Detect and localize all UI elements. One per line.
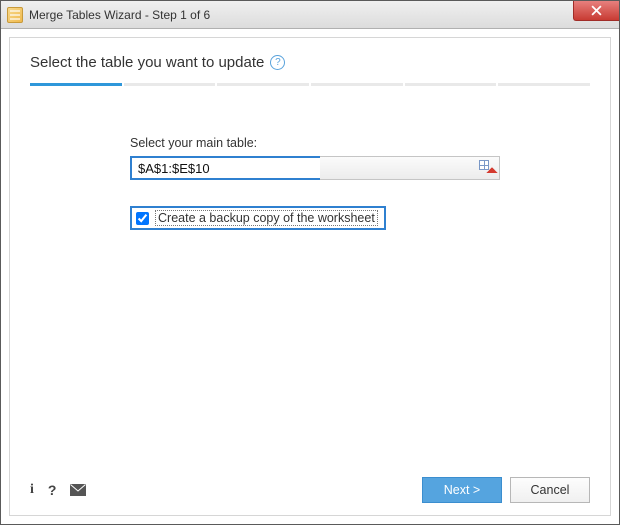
range-picker-area bbox=[320, 156, 500, 180]
mail-icon[interactable] bbox=[70, 484, 86, 496]
backup-label: Create a backup copy of the worksheet bbox=[155, 210, 378, 226]
range-input[interactable] bbox=[130, 156, 320, 180]
heading-text: Select the table you want to update bbox=[30, 54, 264, 71]
progress-step-2 bbox=[124, 83, 216, 86]
backup-checkbox[interactable] bbox=[136, 212, 149, 225]
spacer bbox=[30, 230, 590, 469]
question-icon[interactable]: ? bbox=[48, 482, 57, 498]
range-row bbox=[130, 156, 500, 180]
progress-step-1 bbox=[30, 83, 122, 86]
info-icon[interactable]: i bbox=[30, 482, 34, 498]
titlebar: Merge Tables Wizard - Step 1 of 6 bbox=[1, 1, 619, 29]
page-heading: Select the table you want to update ? bbox=[30, 54, 590, 71]
help-icon[interactable]: ? bbox=[270, 55, 285, 70]
backup-checkbox-row[interactable]: Create a backup copy of the worksheet bbox=[130, 206, 386, 230]
form-area: Select your main table: Create a backup … bbox=[130, 136, 500, 230]
footer-buttons: Next > Cancel bbox=[422, 477, 590, 503]
footer: i ? Next > Cancel bbox=[30, 469, 590, 503]
footer-icons: i ? bbox=[30, 482, 86, 498]
progress-step-5 bbox=[405, 83, 497, 86]
range-label: Select your main table: bbox=[130, 136, 500, 150]
progress-step-4 bbox=[311, 83, 403, 86]
next-button[interactable]: Next > bbox=[422, 477, 502, 503]
progress-step-3 bbox=[217, 83, 309, 86]
window-title: Merge Tables Wizard - Step 1 of 6 bbox=[29, 8, 210, 22]
content-inner: Select the table you want to update ? Se… bbox=[9, 37, 611, 516]
close-icon bbox=[591, 5, 602, 16]
wizard-window: Merge Tables Wizard - Step 1 of 6 Select… bbox=[0, 0, 620, 525]
content-outer: Select the table you want to update ? Se… bbox=[1, 29, 619, 524]
app-icon bbox=[7, 7, 23, 23]
progress-step-6 bbox=[498, 83, 590, 86]
range-picker-icon[interactable] bbox=[479, 160, 495, 176]
close-button[interactable] bbox=[573, 1, 619, 21]
step-progress bbox=[30, 83, 590, 86]
cancel-button[interactable]: Cancel bbox=[510, 477, 590, 503]
